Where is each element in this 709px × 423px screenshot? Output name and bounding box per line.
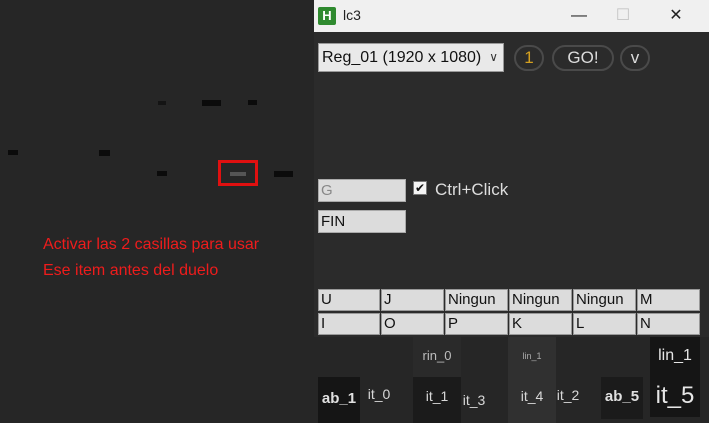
key-cell[interactable]: U: [318, 289, 380, 311]
key-cell[interactable]: J: [381, 289, 444, 311]
fin-key-field[interactable]: FIN: [318, 210, 406, 233]
map-marker: [202, 100, 221, 106]
app-window: H lc3 — ☐ ✕ Reg_01 (1920 x 1080) ∨ 1 GO!…: [314, 0, 709, 423]
map-marker: [248, 100, 257, 105]
instruction-note-line1: Activar las 2 casillas para usar: [43, 236, 260, 253]
map-marker: [274, 171, 293, 177]
map-marker: [158, 101, 166, 105]
close-button[interactable]: ✕: [654, 0, 698, 32]
title-bar: H lc3 — ☐ ✕: [314, 0, 709, 32]
item-slot-ab-5[interactable]: ab_5: [601, 377, 643, 419]
item-slot-it-5[interactable]: it_5: [650, 377, 700, 417]
v-button[interactable]: v: [620, 45, 650, 71]
key-cell[interactable]: N: [637, 313, 700, 335]
key-cell[interactable]: L: [573, 313, 636, 335]
item-slot-it-1[interactable]: it_1: [413, 377, 461, 423]
chevron-down-icon: ∨: [487, 44, 498, 71]
go-button[interactable]: GO!: [552, 45, 614, 71]
map-marker: [8, 150, 18, 155]
instruction-note-line2: Ese item antes del duelo: [43, 262, 219, 279]
item-slot-lin-1[interactable]: lin_1: [650, 337, 700, 377]
region-select[interactable]: Reg_01 (1920 x 1080) ∨: [318, 43, 504, 72]
item-slot-lin-1-small[interactable]: lin_1: [508, 337, 556, 377]
minimize-button[interactable]: —: [557, 0, 601, 32]
key-cell[interactable]: Ningun: [509, 289, 572, 311]
g-key-field[interactable]: G: [318, 179, 406, 202]
key-cell[interactable]: M: [637, 289, 700, 311]
highlight-box: [218, 160, 258, 186]
map-marker: [157, 171, 167, 176]
item-slot-it-3[interactable]: it_3: [459, 385, 489, 417]
key-cell[interactable]: O: [381, 313, 444, 335]
item-slot-rin-0[interactable]: rin_0: [413, 337, 461, 377]
key-cell[interactable]: P: [445, 313, 508, 335]
item-slot-it-0[interactable]: it_0: [364, 377, 394, 413]
map-marker: [99, 150, 110, 156]
key-cell[interactable]: I: [318, 313, 380, 335]
app-icon: H: [318, 7, 336, 25]
ctrl-click-checkbox[interactable]: ✔: [413, 181, 427, 195]
counter-button[interactable]: 1: [514, 45, 544, 71]
item-slot-it-2[interactable]: it_2: [553, 377, 583, 415]
item-slot-ab-1[interactable]: ab_1: [318, 377, 360, 423]
key-cell[interactable]: K: [509, 313, 572, 335]
key-cell[interactable]: Ningun: [573, 289, 636, 311]
ctrl-click-label: Ctrl+Click: [435, 180, 509, 199]
window-title: lc3: [343, 7, 361, 23]
key-cell[interactable]: Ningun: [445, 289, 508, 311]
region-select-value: Reg_01 (1920 x 1080): [322, 49, 482, 66]
maximize-button[interactable]: ☐: [601, 0, 645, 32]
item-slot-it-4[interactable]: it_4: [508, 377, 556, 423]
